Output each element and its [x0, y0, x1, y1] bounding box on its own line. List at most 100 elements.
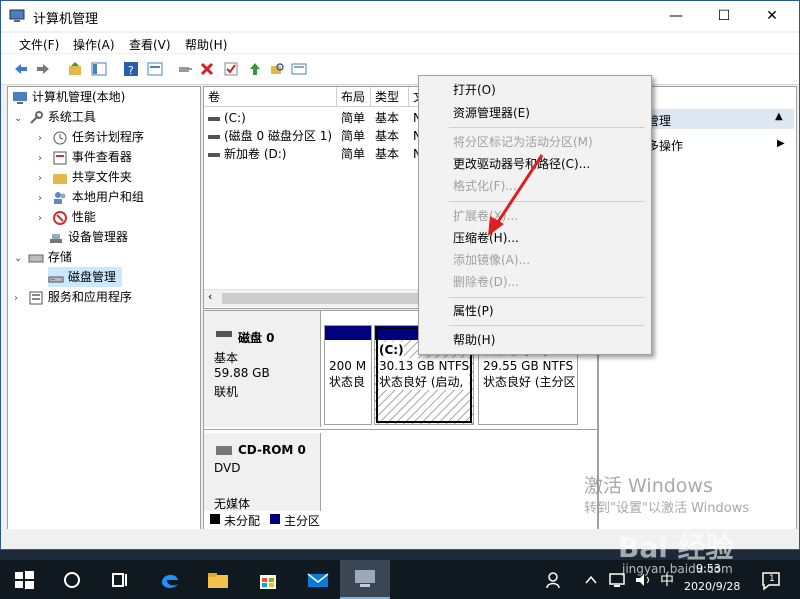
- table-row[interactable]: 新加卷 (D:): [208, 145, 286, 163]
- delete-icon[interactable]: [199, 61, 215, 77]
- shared-folder-icon: [52, 173, 67, 184]
- partition-system-reserved[interactable]: 200 M 状态良: [324, 325, 372, 425]
- tree-item-label: 存储: [47, 250, 72, 264]
- tree-item-event-viewer[interactable]: › 事件查看器: [38, 147, 132, 167]
- tree-item-storage[interactable]: ⌄ 存储: [14, 247, 72, 267]
- menu-help[interactable]: 帮助(H): [185, 36, 227, 53]
- computer-icon: [13, 91, 27, 104]
- search-circle-icon[interactable]: [60, 568, 84, 592]
- toolbar: ?: [1, 54, 799, 85]
- chevron-right-icon[interactable]: ›: [38, 129, 48, 149]
- disk-icon: [216, 331, 232, 337]
- close-button[interactable]: ✕: [749, 1, 795, 31]
- back-arrow-icon[interactable]: [13, 61, 29, 77]
- chevron-right-icon[interactable]: ›: [14, 289, 24, 309]
- column-header-type[interactable]: 类型: [371, 87, 409, 107]
- chevron-up-icon[interactable]: [582, 568, 600, 592]
- expand-chevron-icon[interactable]: ⌄: [14, 109, 24, 129]
- upload-icon[interactable]: [247, 61, 263, 77]
- collapse-up-icon[interactable]: ▲: [775, 111, 783, 122]
- store-icon[interactable]: [256, 568, 280, 592]
- column-header-layout[interactable]: 布局: [337, 87, 371, 107]
- menu-item-help[interactable]: 帮助(H): [453, 329, 495, 351]
- tree-item-label: 本地用户和组: [71, 190, 144, 204]
- maximize-button[interactable]: ☐: [701, 1, 747, 31]
- notification-count: 1: [769, 574, 775, 584]
- tree-root-label: 计算机管理(本地): [32, 90, 126, 104]
- volume-type: 基本: [375, 111, 400, 125]
- activation-watermark-text: 转到"设置"以激活 Windows: [584, 501, 750, 516]
- file-explorer-icon[interactable]: [206, 568, 230, 592]
- people-icon[interactable]: [545, 568, 565, 592]
- tree-item-shared-folders[interactable]: › 共享文件夹: [38, 167, 132, 187]
- view-icon[interactable]: [291, 61, 307, 77]
- activation-watermark-title: 激活 Windows: [584, 475, 713, 497]
- drive-icon: [208, 134, 220, 139]
- windows-start-icon[interactable]: [12, 568, 36, 592]
- tree-item-local-users[interactable]: › 本地用户和组: [38, 187, 144, 207]
- chevron-right-icon[interactable]: ›: [38, 189, 48, 209]
- chevron-right-icon[interactable]: ›: [38, 149, 48, 169]
- tree-item-system-tools[interactable]: ⌄ 系统工具: [14, 107, 96, 127]
- volume-name: 新加卷 (D:): [224, 147, 287, 161]
- menu-view[interactable]: 查看(V): [129, 36, 171, 53]
- disk-0-label[interactable]: 磁盘 0 基本 59.88 GB 联机: [204, 311, 321, 427]
- connect-icon[interactable]: [177, 61, 193, 77]
- more-actions-item[interactable]: 多操作: [647, 137, 683, 154]
- tree-item-task-scheduler[interactable]: › 任务计划程序: [38, 127, 144, 147]
- menu-action[interactable]: 操作(A): [73, 36, 115, 53]
- computer-management-icon: [9, 9, 25, 22]
- drive-icon: [208, 152, 220, 157]
- tree-item-disk-management[interactable]: 磁盘管理: [48, 267, 123, 287]
- volume-layout: 简单: [341, 111, 366, 125]
- check-icon[interactable]: [223, 61, 239, 77]
- chevron-right-icon[interactable]: ›: [38, 209, 48, 229]
- minimize-button[interactable]: —: [653, 1, 699, 31]
- tree-item-services-apps[interactable]: › 服务和应用程序: [14, 287, 132, 307]
- expand-chevron-icon[interactable]: ⌄: [14, 249, 24, 269]
- navigation-tree: 计算机管理(本地) ⌄ 系统工具 › 任务计划程序 › 事件查看器 › 共享文件…: [7, 86, 201, 530]
- table-row[interactable]: (C:): [208, 109, 246, 127]
- cdrom-0-label[interactable]: CD-ROM 0 DVD 无媒体: [204, 433, 321, 515]
- tools-icon: [30, 110, 43, 124]
- task-view-icon[interactable]: [108, 568, 132, 592]
- menu-item-delete-volume: 删除卷(D)...: [453, 275, 520, 289]
- menu-item-add-mirror: 添加镜像(A)...: [453, 253, 531, 267]
- scroll-left-icon[interactable]: ‹: [208, 290, 212, 303]
- menu-item-properties[interactable]: 属性(P): [453, 300, 494, 322]
- disk-type: DVD: [214, 461, 241, 475]
- menu-file[interactable]: 文件(F): [19, 36, 59, 53]
- search-folder-icon[interactable]: [269, 61, 285, 77]
- partition-size: 29.55 GB NTFS: [483, 359, 574, 373]
- partition-status: 状态良好 (主分区: [483, 375, 576, 389]
- show-hide-tree-icon[interactable]: [91, 61, 107, 77]
- legend-primary-swatch: [270, 514, 280, 524]
- table-row[interactable]: (磁盘 0 磁盘分区 1): [208, 127, 332, 145]
- clock-date[interactable]: 2020/9/28: [684, 580, 740, 593]
- menu-item-open[interactable]: 打开(O): [453, 79, 496, 101]
- properties-icon[interactable]: [147, 61, 163, 77]
- forward-arrow-icon[interactable]: [35, 61, 51, 77]
- submenu-arrow-icon: ▶: [777, 138, 785, 149]
- tree-item-label: 性能: [71, 210, 96, 224]
- mail-icon[interactable]: [306, 568, 330, 592]
- scroll-thumb[interactable]: [222, 293, 420, 304]
- tree-item-label: 事件查看器: [71, 150, 132, 164]
- volume-layout: 简单: [341, 129, 366, 143]
- window-title: 计算机管理: [33, 12, 99, 27]
- help-icon[interactable]: ?: [123, 61, 139, 77]
- tree-item-label: 任务计划程序: [71, 130, 144, 144]
- tree-root[interactable]: 计算机管理(本地): [12, 87, 125, 107]
- edge-browser-icon[interactable]: [158, 568, 182, 592]
- tree-item-performance[interactable]: › 性能: [38, 207, 96, 227]
- title-bar: 计算机管理 — ☐ ✕: [1, 1, 799, 31]
- performance-icon: [52, 210, 67, 225]
- disk-status: 联机: [214, 385, 239, 399]
- disk-management-icon: [48, 276, 64, 282]
- tree-item-device-manager[interactable]: 设备管理器: [48, 227, 128, 247]
- up-folder-icon[interactable]: [67, 61, 83, 77]
- chevron-right-icon[interactable]: ›: [38, 169, 48, 189]
- menu-item-explorer[interactable]: 资源管理器(E): [453, 102, 530, 124]
- taskbar-active-app[interactable]: [340, 560, 390, 599]
- column-header-volume[interactable]: 卷: [204, 87, 337, 107]
